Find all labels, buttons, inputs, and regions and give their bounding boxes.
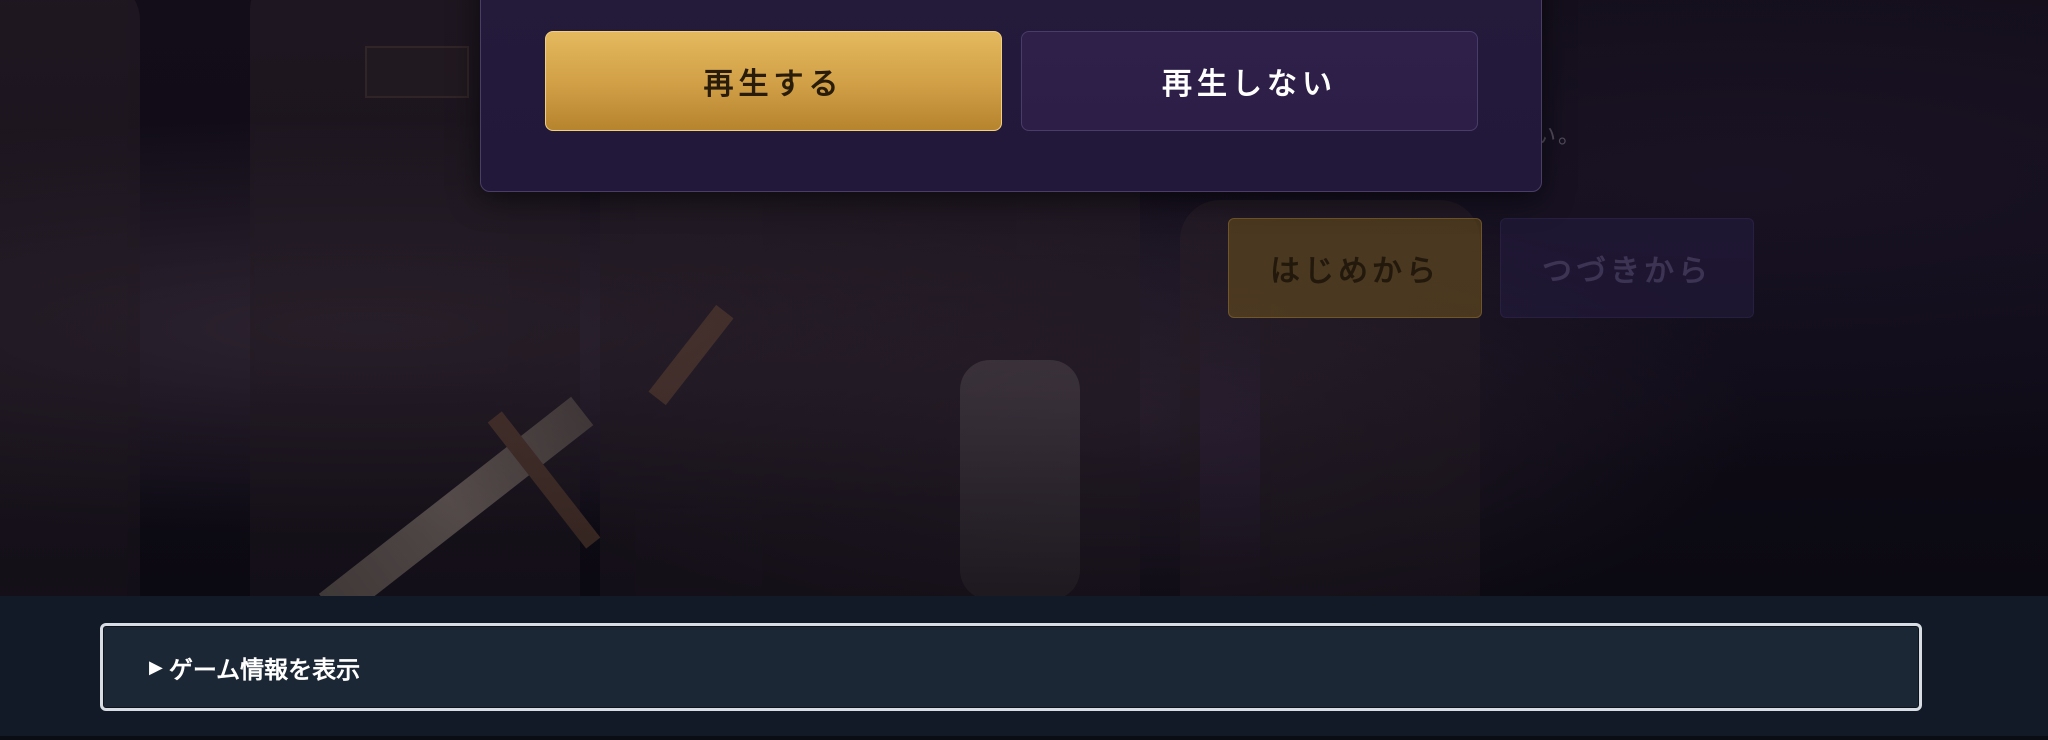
disclosure-triangle-icon: ▶ bbox=[149, 656, 163, 678]
audio-play-dialog: 再生する 再生しない bbox=[480, 0, 1542, 192]
start-from-beginning-button: はじめから bbox=[1228, 218, 1482, 318]
belt-buckle bbox=[365, 46, 469, 98]
continue-button: つづきから bbox=[1500, 218, 1754, 318]
no-audio-button[interactable]: 再生しない bbox=[1021, 31, 1478, 131]
game-info-label: ゲーム情報を表示 bbox=[168, 655, 361, 684]
play-audio-button[interactable]: 再生する bbox=[545, 31, 1002, 131]
character-silhouette bbox=[0, 0, 140, 596]
title-screen-background: い。 はじめから つづきから 再生する 再生しない bbox=[0, 0, 2048, 596]
game-info-toggle[interactable]: ▶ ゲーム情報を表示 bbox=[100, 623, 1922, 711]
light-streak bbox=[1200, 280, 1260, 596]
armored-leg bbox=[960, 360, 1080, 596]
bottom-divider bbox=[0, 736, 2048, 740]
